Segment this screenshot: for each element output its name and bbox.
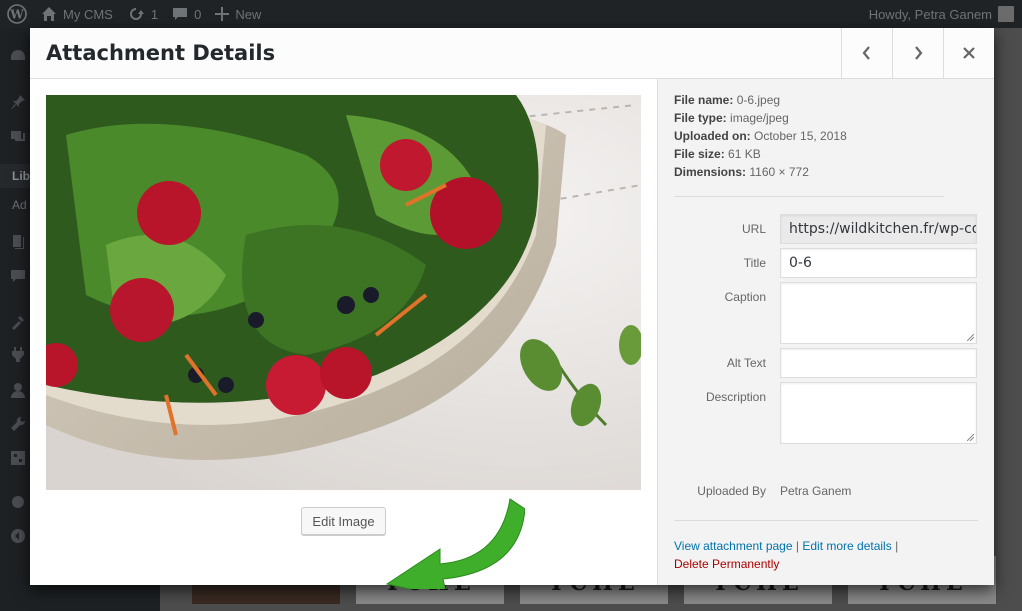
attachment-actions: View attachment page | Edit more details… (674, 537, 974, 573)
wordpress-logo-icon[interactable]: W (0, 0, 34, 28)
attachment-image (46, 95, 641, 490)
pin-icon[interactable] (10, 94, 26, 110)
admin-bar: W My CMS 1 0 New Howdy, Petra Ganem (0, 0, 1022, 28)
actions-separator: | (795, 539, 799, 553)
media-pane: Edit Image (30, 79, 657, 589)
new-label: New (235, 6, 262, 22)
uploaded-on-row: Uploaded on: October 15, 2018 (674, 127, 944, 145)
add-new-label[interactable]: Ad (12, 198, 27, 212)
uploaded-by-value: Petra Ganem (780, 484, 852, 498)
file-size-value: 61 KB (728, 147, 761, 161)
updates-count: 1 (150, 6, 159, 22)
file-name-label: File name: (674, 93, 734, 107)
my-account[interactable]: Howdy, Petra Ganem (869, 6, 1022, 22)
comments-icon (172, 6, 188, 22)
resize-grip-icon[interactable] (967, 334, 974, 341)
dashboard-icon[interactable] (10, 48, 26, 64)
divider (674, 196, 944, 197)
uploaded-by-label: Uploaded By (697, 484, 766, 498)
tools-icon[interactable] (10, 416, 26, 432)
comments-count: 0 (194, 6, 202, 22)
chevron-left-icon (862, 46, 870, 60)
plugin-extra-icon[interactable] (10, 494, 26, 510)
close-button[interactable] (943, 28, 994, 78)
delete-permanently-link[interactable]: Delete Permanently (674, 557, 779, 571)
modal-title: Attachment Details (46, 41, 276, 65)
pages-icon[interactable] (10, 234, 26, 250)
home-icon (41, 6, 57, 22)
caption-label: Caption (724, 290, 766, 304)
file-name-row: File name: 0-6.jpeg (674, 91, 944, 109)
appearance-icon[interactable] (10, 314, 26, 330)
updates-link[interactable]: 1 (120, 0, 165, 28)
url-field[interactable]: https://wildkitchen.fr/wp-content/upload… (780, 214, 977, 244)
view-attachment-page-link[interactable]: View attachment page (674, 539, 793, 553)
actions-separator: | (895, 539, 899, 553)
title-field[interactable]: 0-6 (780, 248, 977, 278)
plugins-icon[interactable] (10, 346, 26, 362)
settings-icon[interactable] (10, 450, 26, 466)
file-details: File name: 0-6.jpeg File type: image/jpe… (674, 91, 944, 181)
uploaded-on-label: Uploaded on: (674, 129, 751, 143)
modal-header: Attachment Details (30, 28, 994, 79)
comments-link[interactable]: 0 (165, 0, 208, 28)
dimensions-row: Dimensions: 1160 × 772 (674, 163, 944, 181)
next-button[interactable] (892, 28, 943, 78)
edit-image-button[interactable]: Edit Image (301, 507, 386, 535)
new-content-link[interactable]: New (208, 0, 268, 28)
uploaded-on-value: October 15, 2018 (754, 129, 847, 143)
dimensions-value: 1160 × 772 (749, 165, 809, 179)
site-name-link[interactable]: My CMS (34, 0, 120, 28)
file-size-row: File size: 61 KB (674, 145, 944, 163)
url-label: URL (741, 222, 766, 236)
resize-grip-icon[interactable] (967, 434, 974, 441)
close-icon (963, 47, 975, 59)
avatar (998, 6, 1014, 22)
edit-more-details-link[interactable]: Edit more details (802, 539, 891, 553)
users-icon[interactable] (10, 382, 26, 398)
plus-icon (215, 7, 230, 21)
dimensions-label: Dimensions: (674, 165, 747, 179)
collapse-menu-icon[interactable] (10, 528, 26, 544)
greeting: Howdy, Petra Ganem (868, 6, 992, 22)
file-type-label: File type: (674, 111, 727, 125)
caption-field[interactable] (780, 282, 977, 344)
updates-icon (127, 6, 145, 22)
file-type-value: image/jpeg (730, 111, 789, 125)
attachment-details-modal: Attachment Details Edit Image File name:… (30, 28, 994, 589)
description-field[interactable] (780, 382, 977, 444)
alt-text-field[interactable] (780, 348, 977, 378)
chevron-right-icon (915, 46, 923, 60)
previous-button[interactable] (841, 28, 892, 78)
title-label: Title (743, 256, 766, 270)
green-arrow-icon (385, 498, 525, 589)
alt-text-label: Alt Text (726, 356, 766, 370)
description-label: Description (705, 390, 766, 404)
comments-menu-icon[interactable] (10, 268, 26, 284)
attachment-info-sidebar: File name: 0-6.jpeg File type: image/jpe… (657, 79, 994, 585)
site-name-label: My CMS (63, 6, 113, 22)
media-icon[interactable] (10, 128, 26, 144)
file-size-label: File size: (674, 147, 725, 161)
library-label: Lib (12, 169, 30, 183)
svg-text:W: W (9, 8, 24, 22)
divider (674, 520, 978, 521)
file-type-row: File type: image/jpeg (674, 109, 944, 127)
file-name-value: 0-6.jpeg (736, 93, 781, 107)
